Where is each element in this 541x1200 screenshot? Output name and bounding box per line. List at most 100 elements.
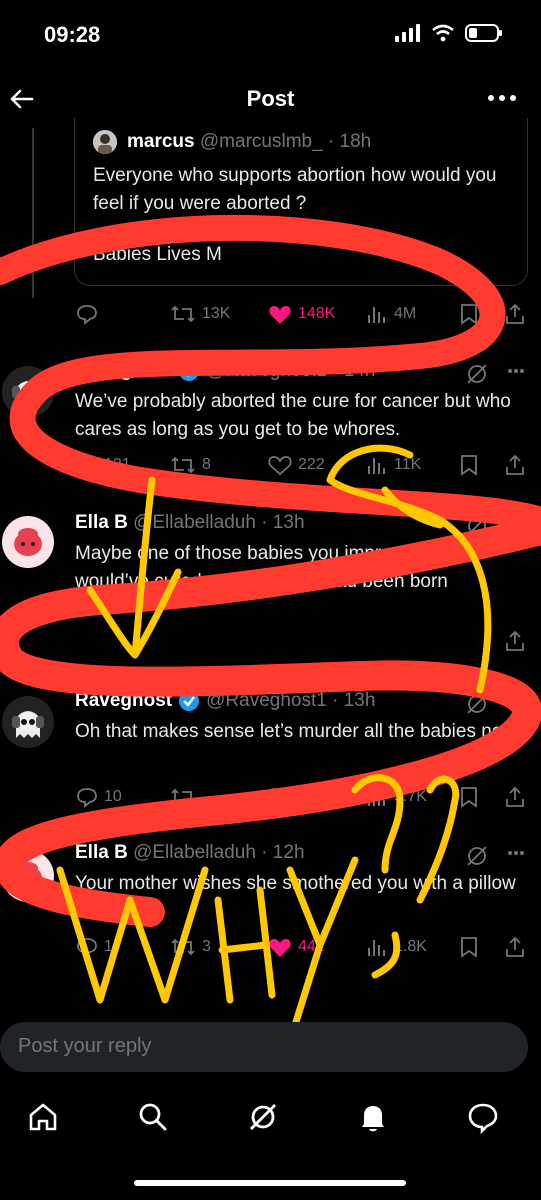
retweet-button[interactable]: 3	[170, 936, 211, 958]
bottom-tab-bar	[0, 1094, 541, 1144]
bookmark-button[interactable]	[460, 303, 478, 325]
avatar[interactable]	[2, 366, 54, 418]
views-icon	[368, 790, 385, 806]
like-button[interactable]: 148K	[268, 303, 335, 325]
post-time: · 12h	[261, 842, 305, 863]
thread-line	[32, 128, 34, 298]
search-icon[interactable]	[136, 1100, 170, 1134]
bookmark-icon	[461, 787, 477, 808]
reply-actions	[0, 630, 541, 654]
reply-header: Raveghost @Raveghost1 · 14h	[75, 360, 375, 382]
grok-icon[interactable]	[246, 1100, 280, 1134]
notifications-bell-icon[interactable]	[356, 1100, 390, 1134]
post-time: · 18h	[327, 131, 372, 152]
retweet-button[interactable]: 8	[170, 454, 211, 476]
grok-icon[interactable]	[465, 692, 489, 716]
author-handle[interactable]: @marcuslmb_	[200, 131, 323, 153]
more-options-icon[interactable]	[487, 88, 517, 108]
author-name[interactable]: Ella B	[75, 842, 128, 864]
share-icon	[506, 936, 524, 957]
views-button[interactable]: 5.7K	[366, 786, 427, 808]
reply-post[interactable]: Ella B @Ellabelladuh · 13h Maybe one of …	[0, 512, 541, 662]
views-count: 5.7K	[394, 788, 427, 805]
author-name[interactable]: Raveghost	[75, 360, 172, 382]
views-button[interactable]: 1.8K	[366, 936, 427, 958]
reply-header: Raveghost @Raveghost1 · 13h	[75, 690, 375, 712]
page-title: Post	[246, 86, 295, 111]
main-post-actions: 13K 148K 4M	[0, 303, 541, 327]
reply-post[interactable]: Raveghost @Raveghost1 · 13h Oh that make…	[0, 690, 541, 820]
reply-icon	[77, 938, 97, 958]
home-indicator[interactable]	[134, 1180, 406, 1186]
bookmark-button[interactable]	[460, 454, 478, 476]
views-button[interactable]: 11K	[366, 454, 421, 476]
bookmark-icon	[461, 455, 477, 476]
views-button[interactable]: 4M	[366, 303, 416, 325]
post-time: · 13h	[261, 512, 305, 533]
bookmark-icon	[461, 937, 477, 958]
status-icons	[395, 24, 503, 42]
reply-text: Your mother wishes she smothered you wit…	[75, 873, 516, 922]
reply-input[interactable]	[18, 1035, 283, 1058]
like-count: 222	[298, 456, 325, 473]
views-count: 4M	[394, 305, 417, 322]
avatar[interactable]	[93, 130, 117, 154]
more-options-icon[interactable]	[507, 850, 525, 856]
like-button[interactable]: 442	[268, 936, 325, 958]
grok-icon[interactable]	[465, 362, 489, 386]
bookmark-button[interactable]	[460, 786, 478, 808]
views-icon	[368, 458, 385, 474]
share-button[interactable]	[504, 786, 526, 808]
author-name[interactable]: marcus	[127, 131, 195, 153]
bookmark-icon	[461, 304, 477, 325]
reply-count: 121	[104, 456, 131, 473]
author-handle[interactable]: @Raveghost1	[206, 360, 327, 382]
author-handle[interactable]: @Ellabelladuh	[133, 842, 256, 864]
reply-icon	[77, 788, 97, 808]
heart-icon	[268, 456, 292, 476]
grok-icon[interactable]	[465, 844, 489, 868]
share-button[interactable]	[504, 936, 526, 958]
post-time: · 14h	[332, 360, 376, 381]
retweet-button[interactable]: 13K	[170, 303, 230, 325]
author-handle[interactable]: @Raveghost1	[206, 690, 327, 712]
reply-button[interactable]: 10	[76, 786, 122, 808]
retweet-button[interactable]	[170, 786, 196, 808]
reply-actions: 1 3 442 1.8K	[0, 936, 541, 960]
reply-button[interactable]	[76, 303, 98, 325]
like-button[interactable]: 5	[268, 786, 307, 808]
avatar[interactable]	[2, 696, 54, 748]
battery-icon	[465, 24, 502, 42]
reply-composer[interactable]	[0, 1022, 528, 1072]
reply-post[interactable]: Ella B @Ellabelladuh · 12h Your mother w…	[0, 842, 541, 972]
author-handle[interactable]: @Ellabelladuh	[133, 512, 256, 534]
messages-icon[interactable]	[466, 1100, 500, 1134]
quoted-post-text-2: Babies Lives M	[93, 244, 222, 265]
avatar[interactable]	[2, 516, 54, 568]
share-button[interactable]	[504, 454, 526, 476]
like-button[interactable]: 222	[268, 454, 325, 476]
retweet-icon	[171, 788, 195, 806]
reply-post[interactable]: Raveghost @Raveghost1 · 14h We’ve probab…	[0, 360, 541, 490]
share-button[interactable]	[504, 630, 526, 652]
share-icon	[506, 454, 524, 475]
avatar[interactable]	[2, 850, 54, 902]
grok-icon[interactable]	[465, 514, 489, 538]
quoted-post[interactable]: marcus @marcuslmb_ · 18h Everyone who su…	[74, 118, 528, 286]
bookmark-button[interactable]	[460, 936, 478, 958]
verified-badge-icon	[179, 691, 200, 711]
wifi-icon	[432, 24, 454, 42]
status-time: 09:28	[44, 22, 101, 47]
reply-button[interactable]: 1	[76, 936, 113, 958]
share-button[interactable]	[504, 303, 526, 325]
heart-icon	[268, 788, 292, 808]
author-name[interactable]: Raveghost	[75, 690, 172, 712]
heart-filled-icon	[269, 306, 291, 324]
author-name[interactable]: Ella B	[75, 512, 128, 534]
more-options-icon[interactable]	[507, 520, 525, 526]
reply-button[interactable]: 121	[76, 454, 131, 476]
like-count: 442	[298, 938, 325, 955]
more-options-icon[interactable]	[507, 368, 525, 374]
home-icon[interactable]	[26, 1100, 60, 1134]
signal-icon	[395, 24, 420, 42]
